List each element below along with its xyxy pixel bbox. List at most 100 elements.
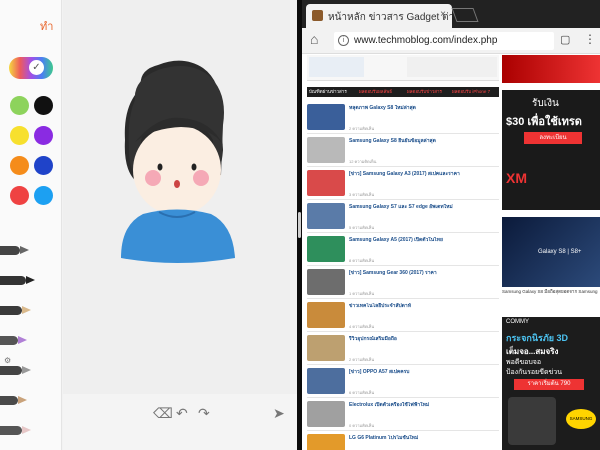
ad-galaxy-s8[interactable]: Galaxy S8 | S8+ (502, 217, 600, 287)
article-meta: 4 ความคิดเห็น (349, 324, 375, 329)
xm-logo: XM (506, 170, 527, 186)
redo-icon[interactable]: ↷ (198, 405, 210, 422)
article-thumbnail (307, 269, 345, 295)
color-swatch-orange[interactable] (10, 156, 29, 175)
article-thumbnail (307, 137, 345, 163)
home-icon[interactable]: ⌂ (310, 31, 318, 47)
webpage-content: บัณฑิตผ่านข่าวสาร ผลตอบรับผลลัพธ์ ผลตอบร… (302, 55, 600, 450)
done-button[interactable]: ทำ (40, 17, 53, 35)
nav-tabs: บัณฑิตผ่านข่าวสาร ผลตอบรับผลลัพธ์ ผลตอบร… (307, 87, 499, 97)
close-icon[interactable]: × (440, 9, 446, 20)
tab-news[interactable]: บัณฑิตผ่านข่าวสาร (309, 88, 347, 95)
article-meta: 12 ความคิดเห็น (349, 159, 377, 164)
color-swatch-black[interactable] (34, 96, 53, 115)
color-swatch-yellow[interactable] (10, 126, 29, 145)
tab-title: หน้าหลัก ข่าวสาร Gadget ต่างๆ (328, 12, 452, 23)
page-header (307, 55, 499, 81)
info-icon[interactable]: i (338, 35, 349, 46)
article-thumbnail (307, 104, 345, 130)
tab-iphone[interactable]: ผลตอบรับ iPhone 7 (452, 88, 490, 95)
note-app-pane: ทำ ✓ ⚙ ⌫ ↶ ↷ ➤ (0, 0, 297, 450)
girl-drawing (121, 60, 235, 263)
more-menu-icon[interactable]: ⋮ (584, 32, 596, 46)
article-meta: 5 ความคิดเห็น (349, 225, 375, 230)
ad-banner-top[interactable] (502, 55, 600, 83)
article-thumbnail (307, 434, 345, 450)
article-meta: 3 ความคิดเห็น (349, 192, 375, 197)
eraser-icon[interactable]: ⌫ (153, 405, 173, 422)
article-item[interactable]: [ข่าว] OPPO A57 สเปคครบ 6 ความคิดเห็น (307, 365, 499, 398)
article-item[interactable]: Electrolux เปิดตัวเครื่องใช้ไฟฟ้าใหม่ 0 ค… (307, 398, 499, 431)
pen-brush[interactable] (0, 336, 27, 345)
article-thumbnail (307, 368, 345, 394)
pen-fountain[interactable] (0, 276, 35, 285)
ad-caption: Samsung Galaxy S8 มือถือสุดยอดจาก Samsun… (502, 289, 598, 294)
divider-handle[interactable] (298, 212, 301, 238)
social-icons (407, 57, 497, 77)
article-title: Samsung Galaxy S8 ยืนยันข้อมูลล่าสุด (349, 138, 436, 144)
article-item[interactable]: Samsung Galaxy S7 และ S7 edge อัพเดทใหม่… (307, 200, 499, 233)
article-title: Electrolux เปิดตัวเครื่องใช้ไฟฟ้าใหม่ (349, 402, 430, 408)
article-meta: 0 ความคิดเห็น (349, 423, 375, 428)
tab-bar: หน้าหลัก ข่าวสาร Gadget ต่างๆ × (302, 0, 600, 28)
color-swatch-purple[interactable] (34, 126, 53, 145)
site-logo (309, 57, 364, 77)
ad-commy[interactable]: COMMY กระจกนิรภัย 3D เต็มจอ...สมจริง พอด… (502, 317, 600, 450)
browser-pane: หน้าหลัก ข่าวสาร Gadget ต่างๆ × ⌂ i www.… (302, 0, 600, 450)
article-title: [ข่าว] Samsung Gear 360 (2017) ราคา (349, 270, 437, 276)
undo-icon[interactable]: ↶ (176, 405, 188, 422)
color-picker-button[interactable]: ✓ (9, 57, 53, 79)
send-icon[interactable]: ➤ (273, 405, 285, 422)
address-bar: ⌂ i www.techmoblog.com/index.php ▢ ⋮ (302, 28, 600, 54)
tab-reviews[interactable]: ผลตอบรับผลลัพธ์ (359, 88, 392, 95)
article-item[interactable]: LG G6 Platinum โปรโมชั่นใหม่1 ความคิดเห็… (307, 431, 499, 450)
article-item[interactable]: Samsung Galaxy A5 (2017) เปิดตัวในไทย 8 ค… (307, 233, 499, 266)
favicon-icon (312, 10, 323, 21)
article-title: [ข่าว] Samsung Galaxy A3 (2017) สเปคและร… (349, 171, 460, 177)
pen-pencil[interactable] (0, 306, 31, 315)
article-title: Samsung Galaxy A5 (2017) เปิดตัวในไทย (349, 237, 443, 243)
ad-xm[interactable]: รับเงิน $30 เพื่อใช้เทรด ลงทะเบียน XM (502, 90, 600, 210)
article-title: ข่าวเทคโนโลยีประจำสัปดาห์ (349, 303, 412, 309)
article-thumbnail (307, 302, 345, 328)
color-swatch-blue[interactable] (34, 186, 53, 205)
gear-icon[interactable]: ⚙ (4, 356, 11, 365)
color-swatch-red[interactable] (10, 186, 29, 205)
new-tab-button[interactable] (451, 8, 479, 22)
article-title: LG G6 Platinum โปรโมชั่นใหม่ (349, 435, 419, 441)
article-meta: 2 ความคิดเห็น (349, 357, 375, 362)
url-field[interactable]: i www.techmoblog.com/index.php (334, 32, 554, 50)
tab-tips[interactable]: ผลตอบรับข่าวสาร (407, 88, 442, 95)
article-item[interactable]: [ข่าว] Samsung Gear 360 (2017) ราคา 1 ควา… (307, 266, 499, 299)
article-title: รีวิวอุปกรณ์เสริมมือถือ (349, 336, 397, 342)
article-item[interactable]: Samsung Galaxy S8 ยืนยันข้อมูลล่าสุด 12 ค… (307, 134, 499, 167)
article-item[interactable]: รีวิวอุปกรณ์เสริมมือถือ 2 ความคิดเห็น (307, 332, 499, 365)
article-title: Samsung Galaxy S7 และ S7 edge อัพเดทใหม่ (349, 204, 453, 210)
pen-marker[interactable] (0, 246, 29, 255)
article-item[interactable]: ข่าวเทคโนโลยีประจำสัปดาห์ 4 ความคิดเห็น (307, 299, 499, 332)
article-title: [ข่าว] OPPO A57 สเปคครบ (349, 369, 410, 375)
article-thumbnail (307, 203, 345, 229)
color-swatch-navy[interactable] (34, 156, 53, 175)
ad-phone-image (508, 397, 556, 445)
tabs-count-icon[interactable]: ▢ (560, 33, 570, 46)
article-meta: 8 ความคิดเห็น (349, 258, 375, 263)
article-title: หลุดภาพ Galaxy S8 ใหม่ล่าสุด (349, 105, 416, 111)
article-thumbnail (307, 170, 345, 196)
color-swatch-green[interactable] (10, 96, 29, 115)
article-item[interactable]: [ข่าว] Samsung Galaxy A3 (2017) สเปคและร… (307, 167, 499, 200)
article-meta: 6 ความคิดเห็น (349, 390, 375, 395)
drawing-canvas[interactable] (63, 0, 297, 450)
pen-eraser-tool[interactable] (0, 426, 31, 435)
article-thumbnail (307, 236, 345, 262)
article-thumbnail (307, 401, 345, 427)
bottom-toolbar: ⌫ ↶ ↷ ➤ (63, 394, 297, 450)
pen-calligraphy[interactable] (0, 366, 31, 375)
article-meta: 2 ความคิดเห็น (349, 126, 375, 131)
article-thumbnail (307, 335, 345, 361)
browser-tab[interactable]: หน้าหลัก ข่าวสาร Gadget ต่างๆ × (306, 4, 452, 28)
ad-register-button[interactable]: ลงทะเบียน (524, 132, 582, 144)
article-item[interactable]: หลุดภาพ Galaxy S8 ใหม่ล่าสุด 2 ความคิดเห็… (307, 101, 499, 134)
article-meta: 1 ความคิดเห็น (349, 291, 375, 296)
pen-highlighter[interactable] (0, 396, 27, 405)
